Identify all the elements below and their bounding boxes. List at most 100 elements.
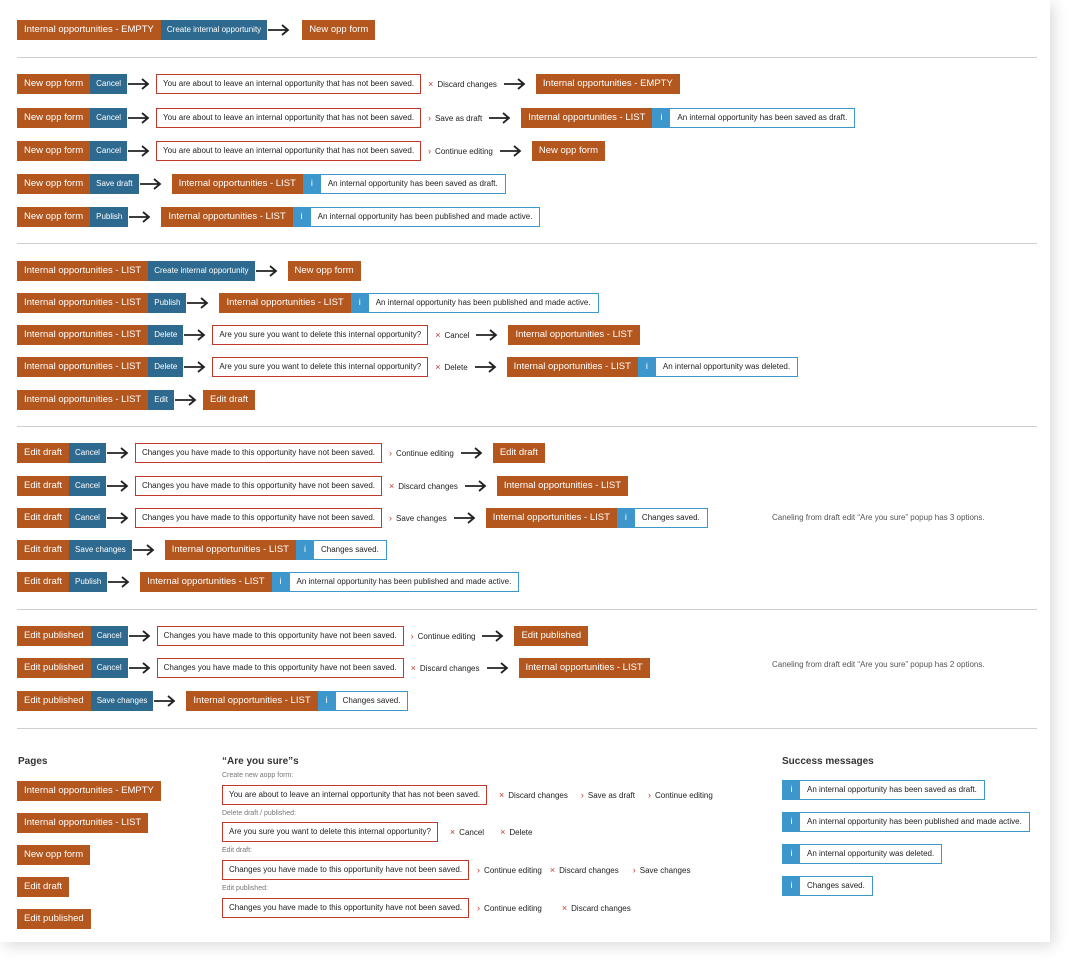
page-box: Edit draft [203, 390, 256, 410]
page-box: Internal opportunities - LIST [17, 293, 149, 313]
info-icon: i [783, 781, 800, 799]
dialog-group: Changes you have made to this opportunit… [222, 898, 637, 918]
confirm-dialog: You are about to leave an internal oppor… [222, 785, 487, 805]
page-box: Internal opportunities - LIST [17, 325, 149, 345]
page-box: Internal opportunities - LIST [186, 691, 318, 711]
page-box: Edit draft [17, 540, 70, 560]
right-arrow-icon [475, 325, 499, 345]
option-label: Save changes [395, 513, 447, 523]
chevron-right-icon: › [477, 903, 481, 913]
flow-row: Edit draft Cancel Changes you have made to… [17, 476, 629, 496]
success-message: i An internal opportunity has been saved … [652, 108, 856, 128]
dialog-option: › Continue editing [428, 146, 493, 156]
page-box: Internal opportunities - LIST [17, 357, 149, 377]
flow-diagram-panel: Internal opportunities - EMPTY Create int… [0, 0, 1050, 942]
success-message: i Changes saved. [782, 876, 873, 896]
option-label: Continue editing [484, 903, 542, 913]
confirm-dialog: Are you sure you want to delete this int… [212, 357, 429, 377]
option-label: Save changes [639, 865, 691, 875]
dialog-option: × Cancel [450, 827, 484, 837]
flow-row: New opp form Cancel You are about to leave… [17, 74, 680, 94]
page-box: Edit draft [17, 443, 70, 463]
flow-row: Edit published Save changes Internal oppor… [17, 691, 409, 711]
right-arrow-icon [174, 390, 198, 410]
right-arrow-icon [503, 74, 527, 94]
right-arrow-icon [486, 658, 510, 678]
page-box: Internal opportunities - EMPTY [17, 781, 161, 801]
page-box: Internal opportunities - LIST [17, 390, 149, 410]
confirm-dialog: You are about to leave an internal oppor… [156, 74, 422, 94]
legend-page: New opp form [17, 844, 91, 865]
message-text: An internal opportunity has been saved a… [327, 179, 498, 188]
page-box: Internal opportunities - LIST [219, 293, 351, 313]
right-arrow-icon [128, 658, 152, 678]
page-box: Internal opportunities - LIST [164, 540, 296, 560]
page-box: New opp form [17, 108, 91, 128]
x-icon: × [449, 827, 456, 837]
option-label: Cancel [459, 827, 485, 837]
confirm-dialog: You are about to leave an internal oppor… [156, 141, 422, 161]
page-box: New opp form [302, 20, 376, 40]
flow-row: Internal opportunities - LIST Publish Inte… [17, 293, 599, 313]
success-message: i Changes saved. [317, 691, 409, 711]
dialog-option: × Delete [435, 362, 467, 372]
confirm-dialog: Changes you have made to this opportunit… [134, 508, 382, 528]
dialog-option: × Delete [500, 827, 532, 837]
option-label: Save as draft [587, 790, 635, 800]
page-box: New opp form [17, 207, 91, 227]
chevron-right-icon: › [632, 865, 636, 875]
annotation-note: Caneling from draft edit “Are you sure” … [772, 513, 985, 522]
right-arrow-icon [128, 207, 152, 227]
success-message: i An internal opportunity has been publis… [271, 572, 520, 592]
message-text: An internal opportunity was deleted. [662, 362, 791, 371]
right-arrow-icon [453, 508, 477, 528]
confirm-dialog: Changes you have made to this opportunit… [156, 626, 404, 646]
legend-message: i An internal opportunity has been saved … [782, 780, 985, 800]
action-button: Create internal opportunity [148, 261, 255, 281]
group-label: Create new aopp form: [222, 772, 294, 779]
page-box: Internal opportunities - LIST [508, 325, 640, 345]
page-box: Edit published [17, 691, 91, 711]
page-box: Internal opportunities - LIST [140, 572, 272, 592]
dialog-option: › Save changes [389, 513, 447, 523]
flow-row: Edit draft Publish Internal opportunities … [17, 572, 520, 592]
message-text: An internal opportunity has been publish… [296, 577, 512, 586]
confirm-dialog: Changes you have made to this opportunit… [134, 443, 382, 463]
chevron-right-icon: › [477, 865, 481, 875]
page-box: Edit draft [17, 508, 70, 528]
message-text: An internal opportunity has been publish… [375, 298, 591, 307]
action-button: Publish [90, 207, 129, 227]
dialog-option: › Continue editing [389, 448, 454, 458]
dialog-option: × Cancel [435, 330, 469, 340]
action-button: Save changes [69, 540, 132, 560]
info-icon: i [350, 294, 369, 312]
right-arrow-icon [255, 261, 279, 281]
success-message: i An internal opportunity has been publis… [782, 812, 1030, 832]
success-message: i An internal opportunity was deleted. [782, 844, 943, 864]
page-box: Internal opportunities - LIST [161, 207, 293, 227]
right-arrow-icon [132, 540, 156, 560]
page-box: Internal opportunities - LIST [518, 658, 650, 678]
success-message: i An internal opportunity has been saved … [782, 780, 985, 800]
section-divider [17, 426, 1037, 427]
right-arrow-icon [183, 357, 207, 377]
option-label: Delete [444, 362, 468, 372]
chevron-right-icon: › [648, 790, 651, 800]
x-icon: × [435, 330, 441, 340]
option-label: Delete [509, 827, 533, 837]
page-box: Edit draft [17, 476, 70, 496]
legend-page: Edit draft [17, 876, 70, 897]
action-button: Publish [69, 572, 108, 592]
dialog-option: › Continue editing [411, 631, 476, 641]
flow-row: New opp form Save draft Internal opportuni… [17, 174, 506, 194]
right-arrow-icon [127, 108, 151, 128]
success-message: i Changes saved. [295, 540, 387, 560]
flow-row: Internal opportunities - EMPTY Create int… [17, 20, 376, 40]
x-icon: × [561, 903, 568, 913]
message-text: An internal opportunity was deleted. [807, 849, 935, 858]
page-box: Edit published [17, 909, 91, 929]
success-message: i An internal opportunity was deleted. [637, 357, 799, 377]
page-box: Internal opportunities - LIST [17, 813, 149, 833]
flow-row: Edit published Cancel Changes you have mad… [17, 658, 650, 678]
option-label: Cancel [444, 330, 470, 340]
